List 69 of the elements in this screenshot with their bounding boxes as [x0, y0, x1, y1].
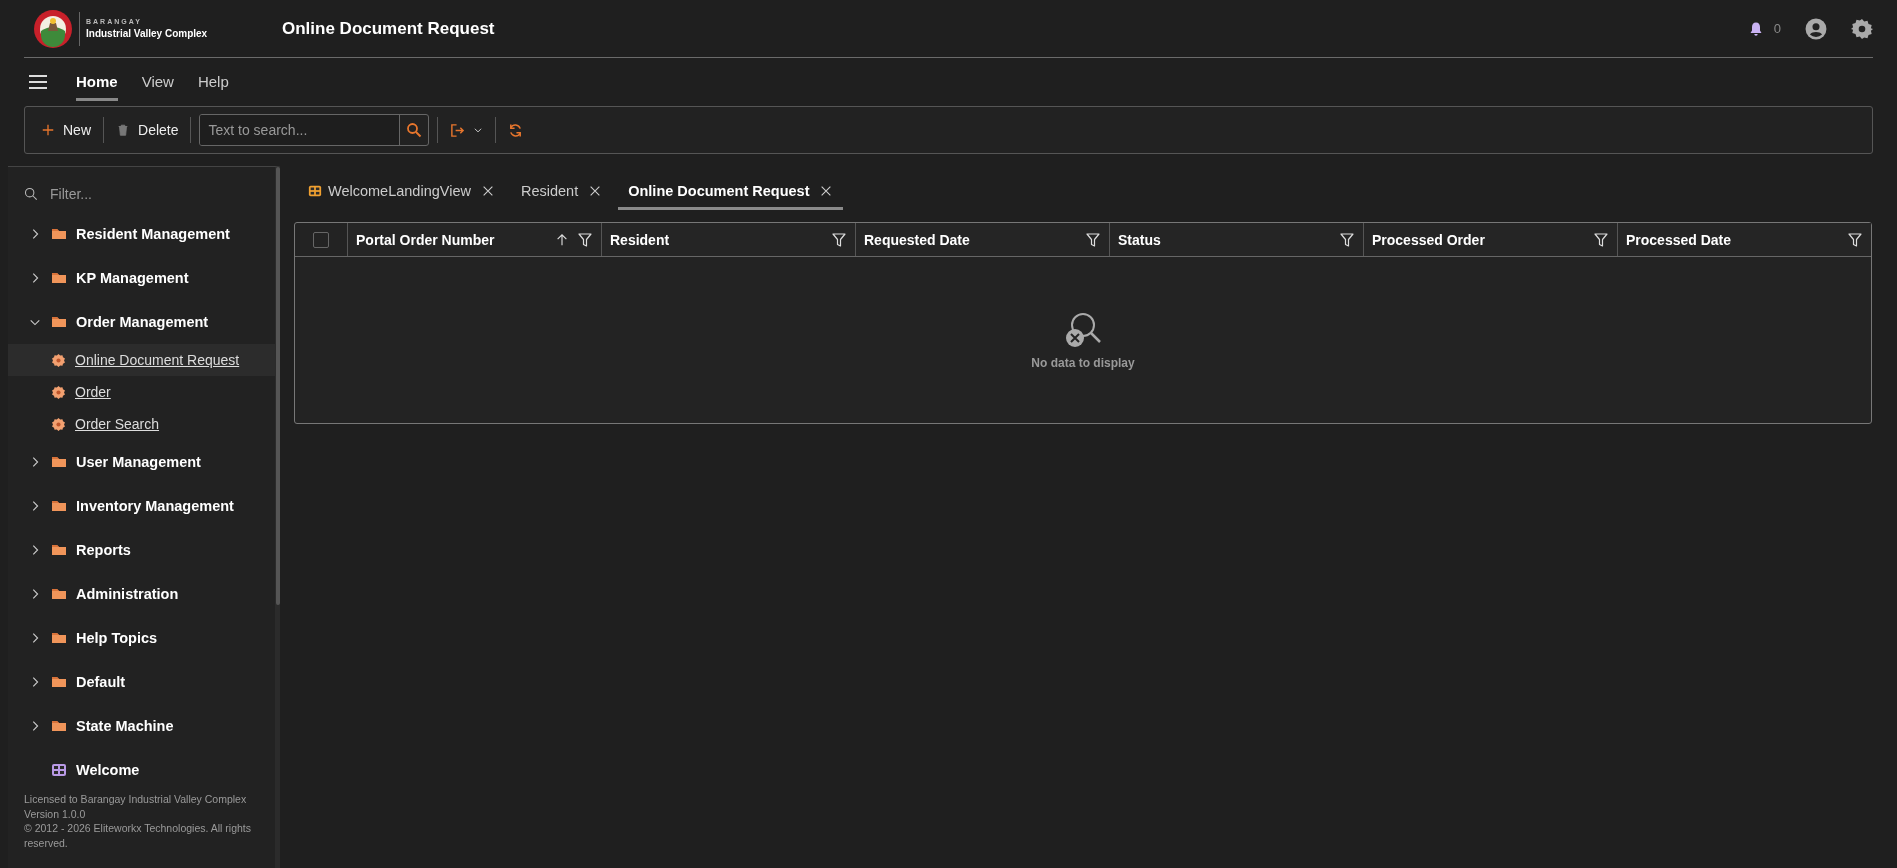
sidebar-item[interactable]: Administration	[8, 572, 275, 616]
sidebar-item[interactable]: Order Management	[8, 300, 275, 344]
account-button[interactable]	[1805, 17, 1827, 40]
document-tab[interactable]: WelcomeLandingView	[298, 183, 505, 210]
sidebar-item[interactable]: KP Management	[8, 256, 275, 300]
settings-button[interactable]	[1851, 17, 1873, 40]
search-icon	[406, 122, 423, 138]
filter-icon[interactable]	[577, 231, 593, 248]
document-tab[interactable]: Online Document Request	[618, 183, 844, 210]
document-tab[interactable]: Resident	[510, 183, 613, 210]
page-title: Online Document Request	[282, 18, 496, 39]
sidebar-item[interactable]: User Management	[8, 440, 275, 484]
badge-icon	[51, 352, 66, 368]
badge-icon	[51, 384, 66, 400]
sidebar-item[interactable]: Default	[8, 660, 275, 704]
badge-icon	[51, 416, 66, 432]
footer-text: © 2012 - 2026 Eliteworkx Technologies. All rights reserved.	[24, 821, 252, 850]
settings-icon	[1851, 17, 1873, 40]
footer-text: Version 1.0.0	[24, 806, 87, 821]
user-icon	[1805, 17, 1827, 40]
no-data-icon	[1063, 310, 1103, 350]
nav-link[interactable]: Online Document Request	[8, 344, 275, 376]
caret-icon	[473, 125, 484, 135]
menu-tab[interactable]: Home	[76, 63, 118, 101]
sidebar-item[interactable]: Reports	[8, 528, 275, 572]
folder-icon	[51, 498, 67, 514]
menu-tab[interactable]: View	[141, 63, 174, 101]
logo-icon	[33, 8, 73, 49]
filter-icon[interactable]	[831, 231, 847, 248]
folder-icon	[51, 454, 67, 470]
refresh-icon	[508, 122, 524, 138]
sidebar-item[interactable]: State Machine	[8, 704, 275, 748]
dashboard-icon	[51, 762, 67, 778]
menu-icon	[28, 73, 48, 91]
sidebar-item[interactable]: Help Topics	[8, 616, 275, 660]
folder-icon	[51, 270, 67, 286]
filter-field[interactable]: Filter...	[48, 184, 252, 203]
filter-icon[interactable]	[1339, 231, 1355, 248]
dashboard-icon	[308, 184, 322, 198]
notification-count: 0	[1773, 21, 1781, 36]
plus-icon	[41, 123, 55, 137]
folder-icon	[51, 630, 67, 646]
sidebar-item[interactable]: Inventory Management	[8, 484, 275, 528]
folder-icon	[51, 674, 67, 690]
folder-icon	[51, 718, 67, 734]
filter-icon[interactable]	[1085, 231, 1101, 248]
select-all-checkbox[interactable]	[313, 231, 329, 248]
filter-icon[interactable]	[1593, 231, 1609, 248]
org-name: Industrial Valley Complex	[86, 28, 208, 39]
menu-button[interactable]	[28, 73, 48, 91]
sidebar-item[interactable]: Resident Management	[8, 212, 275, 256]
column-header[interactable]: Processed Date	[1617, 223, 1871, 256]
folder-icon	[51, 226, 67, 242]
nav-link[interactable]: Order	[8, 376, 275, 408]
sidebar-item[interactable]: Welcome	[8, 748, 275, 792]
search-field[interactable]: Text to search...	[199, 114, 430, 146]
toolbar-button[interactable]: Delete	[112, 114, 183, 146]
footer-text: Licensed to Barangay Industrial Valley Complex	[24, 792, 248, 807]
folder-icon	[51, 586, 67, 602]
export-icon	[450, 122, 466, 138]
filter-icon[interactable]	[1847, 231, 1863, 248]
toolbar-button[interactable]: New	[37, 114, 95, 146]
menu-tab[interactable]: Help	[197, 63, 229, 101]
folder-icon	[51, 542, 67, 558]
search-icon	[24, 186, 38, 201]
empty-message: No data to display	[1031, 356, 1135, 370]
trash-icon	[116, 123, 130, 137]
nav-link[interactable]: Order Search	[8, 408, 275, 440]
folder-icon	[51, 314, 67, 330]
